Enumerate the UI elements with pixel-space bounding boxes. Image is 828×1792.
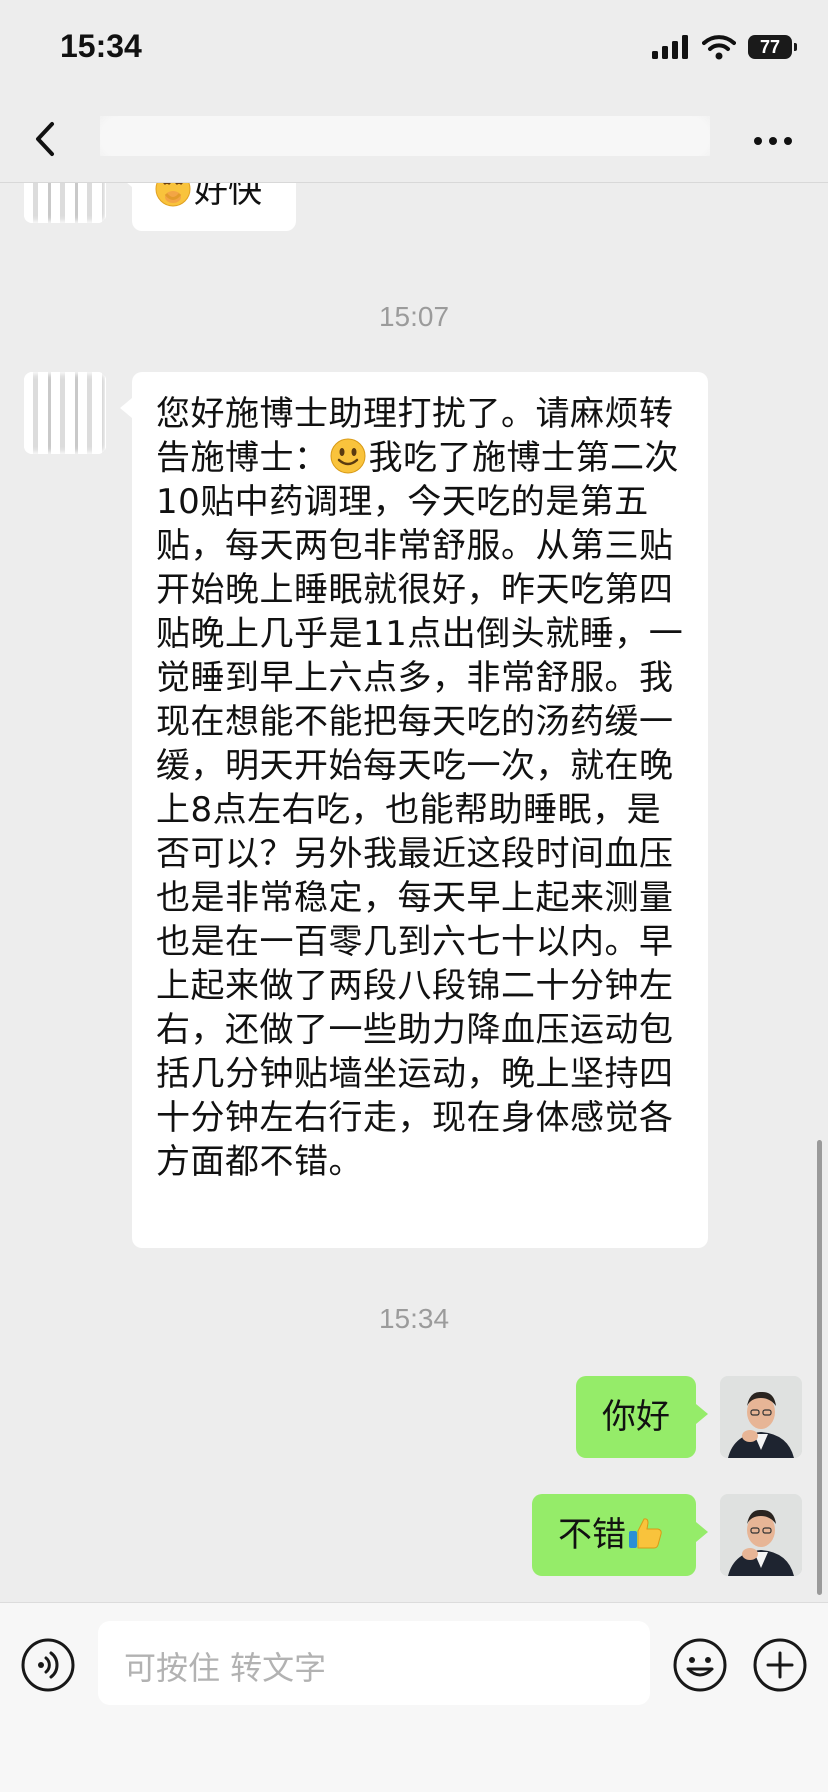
timestamp: 15:34	[378, 1303, 450, 1334]
chat-screen: 15:34 77 好快 15:07 您好施博士助理打扰了。请麻烦转告施博士： 我…	[0, 0, 828, 1792]
battery-level: 77	[759, 36, 781, 57]
chat-title	[100, 116, 710, 156]
message-text-part2: 我吃了施博士第二次10贴中药调理，今天吃的是第五贴，每天两包非常舒服。从第三贴开…	[156, 438, 684, 1182]
message-list[interactable]: 好快 15:07 您好施博士助理打扰了。请麻烦转告施博士： 我吃了施博士第二次1…	[0, 183, 828, 1601]
title-redaction	[100, 116, 710, 156]
message-text: 你好	[602, 1397, 670, 1437]
emoji-button[interactable]	[672, 1637, 728, 1693]
my-avatar[interactable]	[720, 1376, 802, 1458]
battery-icon: 77	[748, 35, 797, 59]
plus-button[interactable]	[752, 1637, 808, 1693]
my-avatar[interactable]	[720, 1494, 802, 1576]
message-text: 不错	[558, 1515, 626, 1555]
message-text: 好快	[194, 183, 262, 211]
nav-bar	[0, 100, 828, 183]
input-placeholder: 可按住 转文字	[124, 1649, 327, 1687]
contact-avatar[interactable]	[24, 372, 106, 454]
wifi-icon	[702, 35, 736, 60]
message-input[interactable]: 可按住 转文字	[98, 1621, 650, 1705]
signal-icon	[652, 35, 688, 59]
input-bar: 可按住 转文字	[0, 1602, 828, 1792]
more-button[interactable]	[748, 116, 798, 166]
timestamp: 15:07	[378, 301, 450, 332]
thumbs-up-icon	[629, 1518, 662, 1549]
scrollbar[interactable]	[817, 1140, 822, 1595]
back-button[interactable]	[22, 114, 72, 164]
person-photo-icon	[720, 1376, 802, 1458]
message-bubble[interactable]: 您好施博士助理打扰了。请麻烦转告施博士： 我吃了施博士第二次10贴中药调理，今天…	[120, 372, 708, 1248]
plus-icon	[753, 1638, 807, 1692]
more-icon	[754, 137, 792, 145]
message-bubble[interactable]: 不错	[532, 1494, 708, 1576]
person-photo-icon	[720, 1494, 802, 1576]
contact-avatar[interactable]	[24, 183, 106, 223]
chevron-left-icon	[36, 122, 54, 156]
message-bubble[interactable]: 你好	[576, 1376, 708, 1458]
message-bubble[interactable]: 好快	[120, 183, 296, 231]
smiley-face-icon	[330, 438, 365, 474]
emoji-face-icon	[673, 1638, 727, 1692]
voice-button[interactable]	[20, 1637, 76, 1693]
status-bar: 15:34 77	[0, 0, 828, 100]
status-icons: 77	[652, 34, 797, 60]
voice-icon	[21, 1638, 75, 1692]
status-time: 15:34	[60, 28, 142, 64]
smirk-face-icon	[155, 183, 191, 207]
